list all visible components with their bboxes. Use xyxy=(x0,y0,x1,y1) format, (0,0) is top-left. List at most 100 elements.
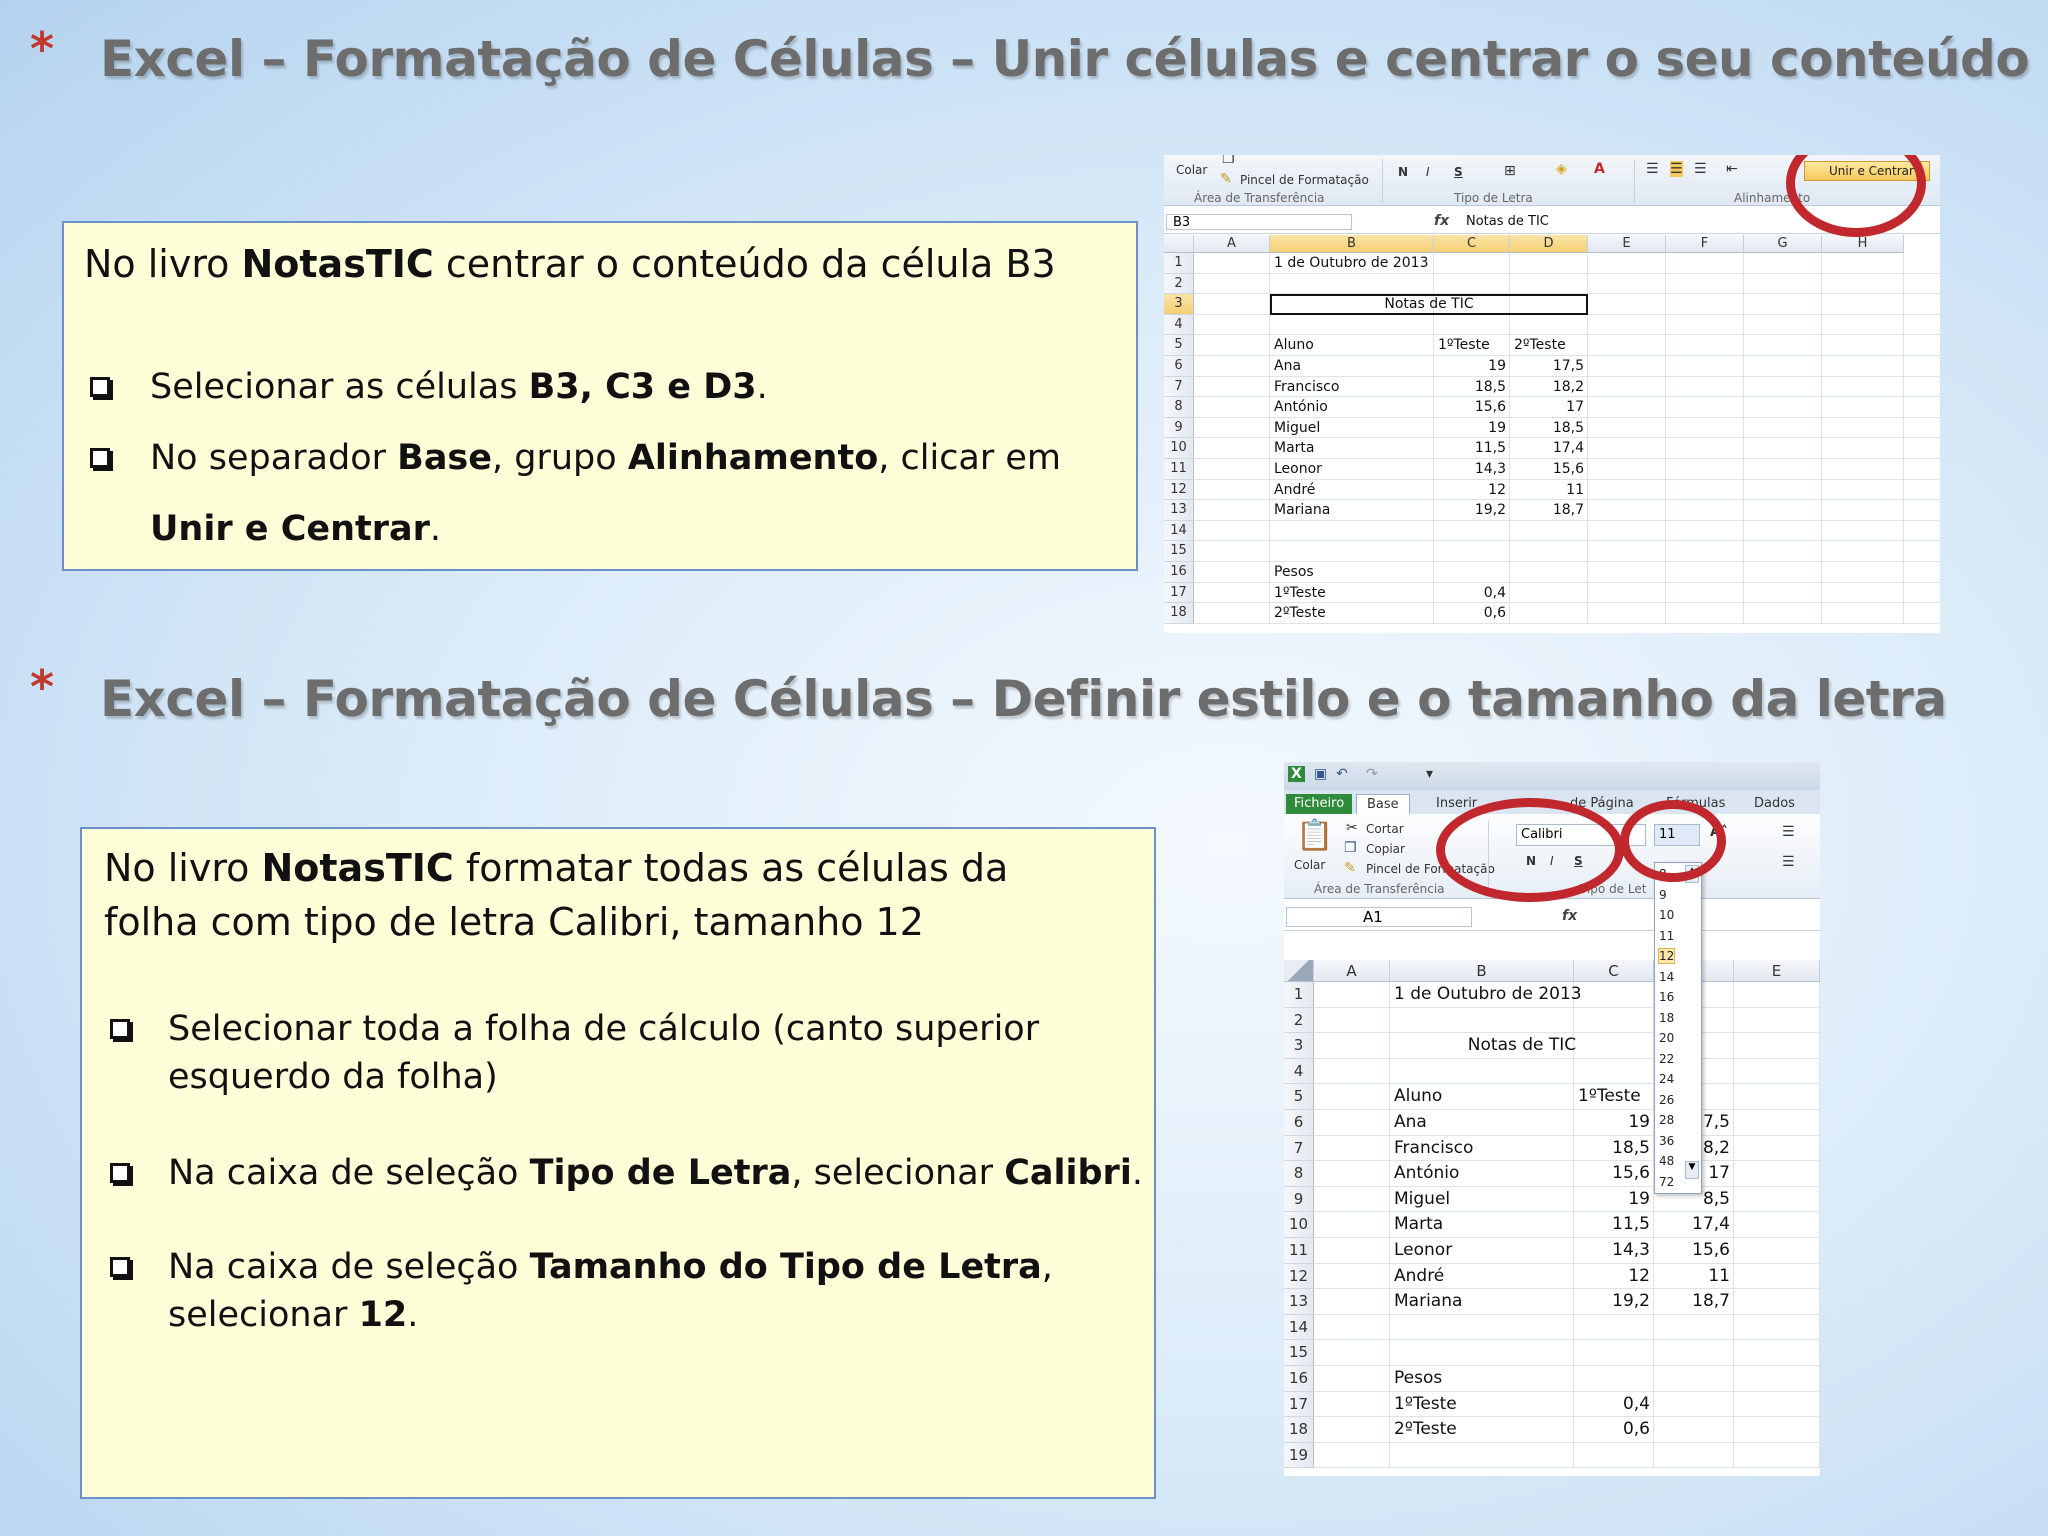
row-header-13[interactable]: 13 xyxy=(1164,500,1194,521)
row-header-10[interactable]: 10 xyxy=(1284,1212,1314,1238)
scroll-down-icon[interactable]: ▼ xyxy=(1685,1161,1699,1179)
format-painter-icon[interactable]: ✎ xyxy=(1220,171,1232,187)
cut-icon[interactable]: ✂ xyxy=(1346,820,1358,836)
row-header-12[interactable]: 12 xyxy=(1164,479,1194,501)
indent-icon[interactable]: ⇤ xyxy=(1726,161,1738,177)
font-size-option-18[interactable]: 18 xyxy=(1659,1011,1674,1025)
column-header-g[interactable]: G xyxy=(1744,235,1822,253)
save-icon[interactable]: ▣ xyxy=(1314,766,1327,782)
formula-input[interactable]: Notas de TIC xyxy=(1466,214,1549,229)
row-header-12[interactable]: 12 xyxy=(1284,1263,1314,1290)
selected-range-b3-d3[interactable] xyxy=(1270,294,1588,315)
font-size-option-16[interactable]: 16 xyxy=(1659,990,1674,1004)
row-header-6[interactable]: 6 xyxy=(1284,1110,1314,1136)
row-header-16[interactable]: 16 xyxy=(1284,1366,1314,1392)
row-header-15[interactable]: 15 xyxy=(1284,1340,1314,1366)
row-header-9[interactable]: 9 xyxy=(1284,1186,1314,1213)
row-header-18[interactable]: 18 xyxy=(1284,1417,1314,1443)
row-header-4[interactable]: 4 xyxy=(1284,1058,1314,1085)
copy-button[interactable]: Copiar xyxy=(1366,842,1405,856)
borders-icon[interactable]: ⊞ xyxy=(1504,163,1516,179)
tab-file[interactable]: Ficheiro xyxy=(1286,794,1353,814)
tab-home[interactable]: Base xyxy=(1356,794,1410,815)
font-size-option-11[interactable]: 11 xyxy=(1659,929,1674,943)
column-header-b[interactable]: B xyxy=(1390,960,1574,982)
font-size-option-10[interactable]: 10 xyxy=(1659,908,1674,922)
align-center-icon[interactable]: ☰ xyxy=(1670,161,1683,177)
font-size-option-24[interactable]: 24 xyxy=(1659,1072,1674,1086)
row-header-17[interactable]: 17 xyxy=(1284,1391,1314,1418)
font-size-dropdown[interactable]: 8 9 10 11 12 14 16 18 20 22 24 26 28 36 48 72 ▲ ▼ xyxy=(1654,862,1702,1194)
row-header-11[interactable]: 11 xyxy=(1284,1238,1314,1264)
row-header-7[interactable]: 7 xyxy=(1164,376,1194,398)
paste-button[interactable]: Colar xyxy=(1176,163,1207,177)
row-header-2[interactable]: 2 xyxy=(1284,1007,1314,1034)
row-header-16[interactable]: 16 xyxy=(1164,562,1194,583)
row-header-19[interactable]: 19 xyxy=(1284,1442,1314,1469)
name-box[interactable]: A1 xyxy=(1286,907,1472,927)
underline-button[interactable]: S xyxy=(1454,165,1463,179)
column-header-e[interactable]: E xyxy=(1734,960,1820,982)
redo-icon[interactable]: ↷ xyxy=(1366,766,1378,782)
row-header-3[interactable]: 3 xyxy=(1164,294,1194,315)
font-size-option-72[interactable]: 72 xyxy=(1659,1175,1674,1189)
row-header-1[interactable]: 1 xyxy=(1164,253,1194,274)
select-all-corner[interactable] xyxy=(1164,235,1194,253)
font-size-option-9[interactable]: 9 xyxy=(1659,888,1667,902)
row-header-14[interactable]: 14 xyxy=(1164,520,1194,542)
align-right-icon[interactable]: ☰ xyxy=(1694,161,1707,177)
font-size-option-48[interactable]: 48 xyxy=(1659,1154,1674,1168)
cut-button[interactable]: Cortar xyxy=(1366,822,1404,836)
column-header-f[interactable]: F xyxy=(1666,235,1744,253)
align-left-icon[interactable]: ☰ xyxy=(1782,854,1795,870)
customize-toolbar-icon[interactable]: ▾ xyxy=(1426,766,1433,782)
column-header-b[interactable]: B xyxy=(1270,235,1434,253)
row-header-18[interactable]: 18 xyxy=(1164,603,1194,624)
function-icon[interactable]: fx xyxy=(1562,908,1577,924)
fill-color-icon[interactable]: ◈ xyxy=(1556,161,1567,177)
format-painter-button[interactable]: Pincel de Formatação xyxy=(1240,173,1369,187)
row-header-5[interactable]: 5 xyxy=(1164,335,1194,356)
copy-icon[interactable]: ❐ xyxy=(1344,840,1357,856)
font-size-option-36[interactable]: 36 xyxy=(1659,1134,1674,1148)
font-size-option-20[interactable]: 20 xyxy=(1659,1031,1674,1045)
align-top-icon[interactable]: ☰ xyxy=(1782,824,1795,840)
font-size-option-12[interactable]: 12 xyxy=(1657,948,1676,964)
row-header-8[interactable]: 8 xyxy=(1164,397,1194,418)
font-color-icon[interactable]: A xyxy=(1594,161,1605,177)
bold-button[interactable]: N xyxy=(1398,165,1408,179)
row-header-15[interactable]: 15 xyxy=(1164,541,1194,562)
column-header-a[interactable]: A xyxy=(1194,235,1270,253)
row-header-7[interactable]: 7 xyxy=(1284,1135,1314,1162)
row-header-10[interactable]: 10 xyxy=(1164,438,1194,459)
name-box[interactable]: B3 xyxy=(1166,214,1352,230)
row-header-17[interactable]: 17 xyxy=(1164,582,1194,604)
italic-button[interactable]: I xyxy=(1426,165,1430,179)
column-header-c[interactable]: C xyxy=(1434,235,1510,253)
row-header-14[interactable]: 14 xyxy=(1284,1314,1314,1341)
column-header-d[interactable]: D xyxy=(1510,235,1588,253)
row-header-1[interactable]: 1 xyxy=(1284,982,1314,1008)
format-painter-icon[interactable]: ✎ xyxy=(1344,860,1356,876)
row-header-9[interactable]: 9 xyxy=(1164,417,1194,439)
select-all-corner[interactable] xyxy=(1284,960,1314,982)
row-header-2[interactable]: 2 xyxy=(1164,273,1194,295)
column-header-c[interactable]: C xyxy=(1574,960,1654,982)
row-header-13[interactable]: 13 xyxy=(1284,1289,1314,1315)
undo-icon[interactable]: ↶ xyxy=(1336,766,1348,782)
column-header-a[interactable]: A xyxy=(1314,960,1390,982)
row-header-3[interactable]: 3 xyxy=(1284,1033,1314,1059)
font-size-option-28[interactable]: 28 xyxy=(1659,1113,1674,1127)
function-icon[interactable]: fx xyxy=(1434,213,1449,229)
paste-icon[interactable]: 📋 xyxy=(1296,818,1333,853)
row-header-8[interactable]: 8 xyxy=(1284,1161,1314,1187)
column-header-e[interactable]: E xyxy=(1588,235,1666,253)
row-header-6[interactable]: 6 xyxy=(1164,356,1194,377)
tab-data[interactable]: Dados xyxy=(1754,794,1795,814)
font-size-option-26[interactable]: 26 xyxy=(1659,1093,1674,1107)
paste-button[interactable]: Colar xyxy=(1294,858,1325,872)
column-header-h[interactable]: H xyxy=(1822,235,1904,253)
font-size-option-14[interactable]: 14 xyxy=(1659,970,1674,984)
align-left-icon[interactable]: ☰ xyxy=(1646,161,1659,177)
row-header-5[interactable]: 5 xyxy=(1284,1084,1314,1110)
